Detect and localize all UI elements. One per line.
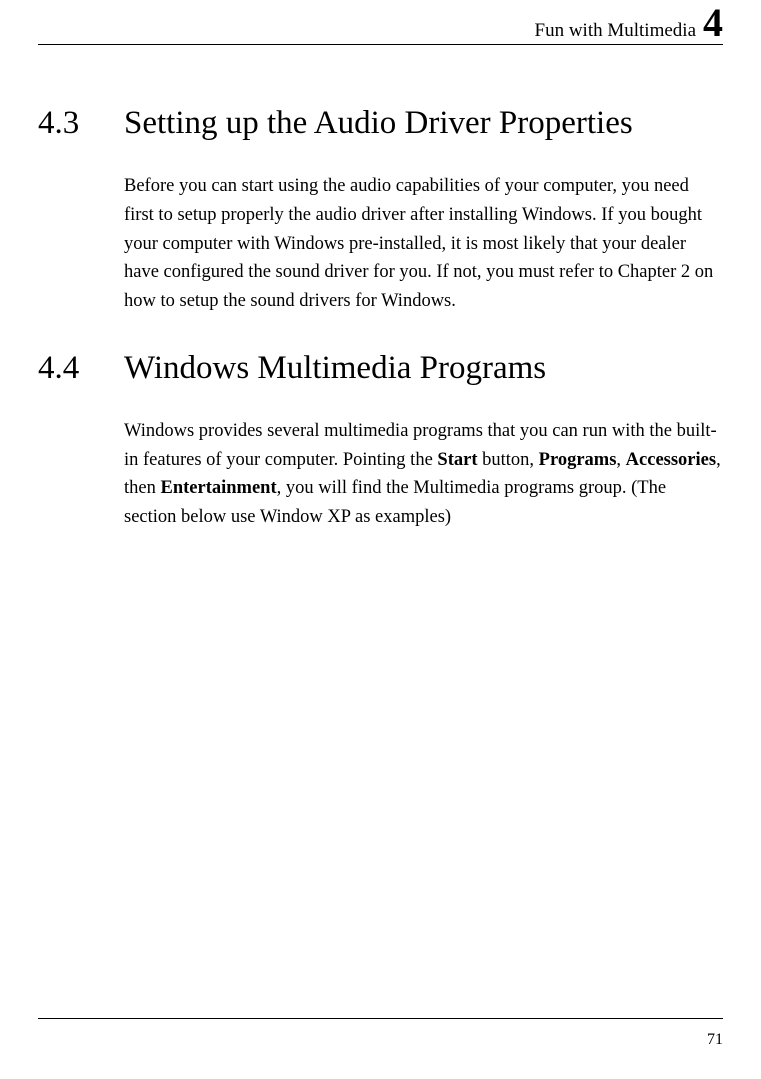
section-4-4-body: Windows provides several multimedia prog… xyxy=(124,417,723,532)
bold-accessories: Accessories xyxy=(626,450,716,470)
section-4-4-heading: 4.4 Windows Multimedia Programs xyxy=(38,348,723,389)
section-title: Windows Multimedia Programs xyxy=(124,348,546,389)
bold-start: Start xyxy=(437,450,477,470)
bold-entertainment: Entertainment xyxy=(160,478,276,498)
page-header: Fun with Multimedia 4 xyxy=(38,6,723,45)
section-number: 4.4 xyxy=(38,348,124,387)
header-chapter-number: 4 xyxy=(703,6,723,40)
section-title: Setting up the Audio Driver Properties xyxy=(124,103,633,144)
header-title: Fun with Multimedia xyxy=(535,20,697,42)
body-text-run: , xyxy=(616,450,625,470)
section-4-3-heading: 4.3 Setting up the Audio Driver Properti… xyxy=(38,103,723,144)
section-number: 4.3 xyxy=(38,103,124,142)
bold-programs: Programs xyxy=(539,450,617,470)
page-number: 71 xyxy=(707,1031,723,1049)
footer-rule xyxy=(38,1018,723,1019)
body-text-run: button, xyxy=(478,450,539,470)
section-4-3-body: Before you can start using the audio cap… xyxy=(124,172,723,315)
